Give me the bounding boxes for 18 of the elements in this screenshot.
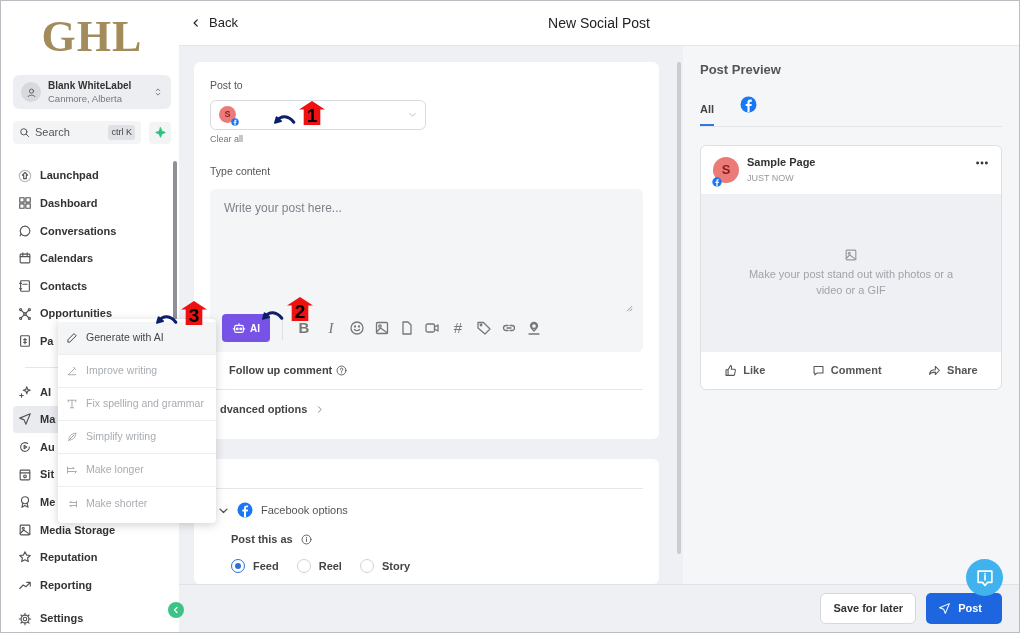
- radio-label: Story: [381, 558, 411, 574]
- media-hint: Make your post stand out with photos or a video or a GIF: [747, 266, 955, 298]
- field-label: Post to: [210, 78, 244, 93]
- brand-logo: GHL: [40, 15, 144, 59]
- account-avatar: S: [219, 106, 236, 124]
- radio-label: Reel: [318, 558, 342, 574]
- section-title: Facebook options: [261, 502, 348, 518]
- shortcut-hint: ctrl K: [108, 124, 135, 141]
- page-title: New Social Post: [547, 13, 651, 33]
- panel-title: Post Preview: [700, 61, 782, 79]
- field-label: Post this as: [231, 532, 293, 548]
- post-time: JUST NOW: [747, 172, 795, 184]
- account-name: Blank WhiteLabel: [48, 80, 133, 93]
- radio-label: Feed: [253, 558, 279, 574]
- search-placeholder: Search: [35, 125, 71, 141]
- page-name: Sample Page: [747, 156, 817, 170]
- field-label: Type content: [210, 164, 272, 180]
- account-location: Canmore, Alberta: [48, 92, 123, 105]
